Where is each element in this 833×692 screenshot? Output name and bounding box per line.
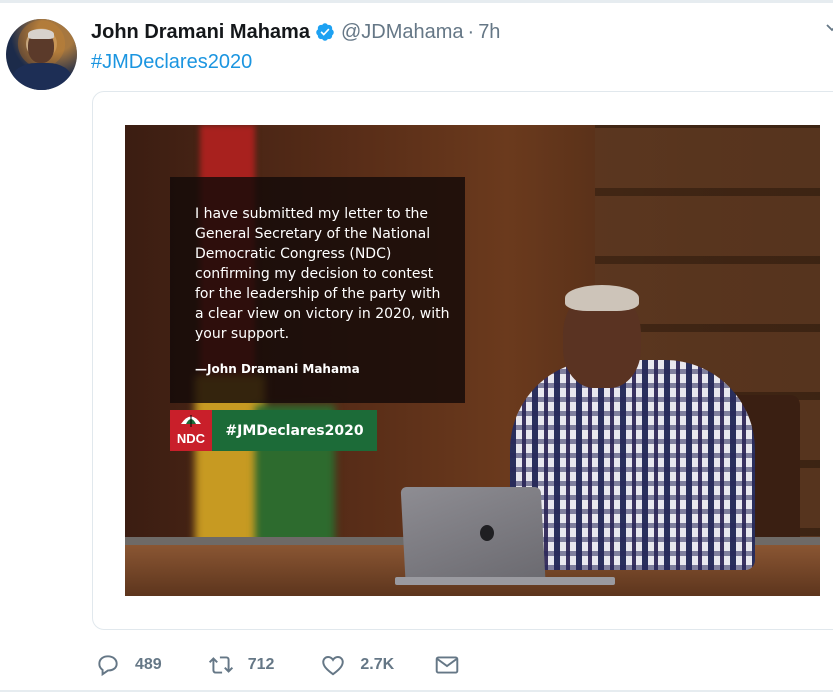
avatar[interactable]	[6, 19, 77, 90]
reply-count: 489	[135, 656, 162, 673]
envelope-icon	[435, 656, 459, 674]
person-shirt	[510, 360, 755, 570]
direct-message-button[interactable]	[434, 652, 460, 678]
like-count: 2.7K	[360, 656, 395, 673]
quote-text: I have submitted my letter to the Genera…	[195, 206, 450, 342]
retweet-icon	[208, 656, 233, 674]
verified-badge-icon	[316, 23, 334, 41]
tweet-actions: 489 712 2.7K	[95, 652, 460, 678]
tweet-text-hashtag[interactable]: #JMDeclares2020	[91, 51, 252, 74]
apple-logo-icon	[480, 525, 494, 541]
umbrella-icon	[181, 415, 201, 427]
hashtag-banner: #JMDeclares2020	[212, 410, 377, 451]
retweet-count: 712	[247, 656, 275, 673]
reply-icon	[98, 655, 118, 677]
laptop	[400, 487, 546, 579]
retweet-button[interactable]: 712	[208, 652, 275, 678]
reply-button[interactable]: 489	[95, 652, 162, 678]
ndc-logo-text: NDC	[176, 431, 206, 446]
display-name[interactable]: John Dramani Mahama	[91, 21, 310, 44]
person-hair	[565, 285, 639, 311]
tweet-header: John Dramani Mahama @JDMahama · 7h	[91, 19, 500, 45]
timestamp[interactable]: 7h	[478, 21, 500, 44]
chevron-down-icon[interactable]	[826, 22, 833, 34]
user-handle[interactable]: @JDMahama	[341, 21, 464, 44]
quote-author: —John Dramani Mahama	[195, 362, 360, 376]
like-button[interactable]: 2.7K	[320, 652, 394, 678]
top-divider	[0, 0, 833, 3]
separator-dot: ·	[467, 20, 475, 43]
laptop-base	[395, 577, 615, 585]
heart-icon	[322, 656, 345, 676]
